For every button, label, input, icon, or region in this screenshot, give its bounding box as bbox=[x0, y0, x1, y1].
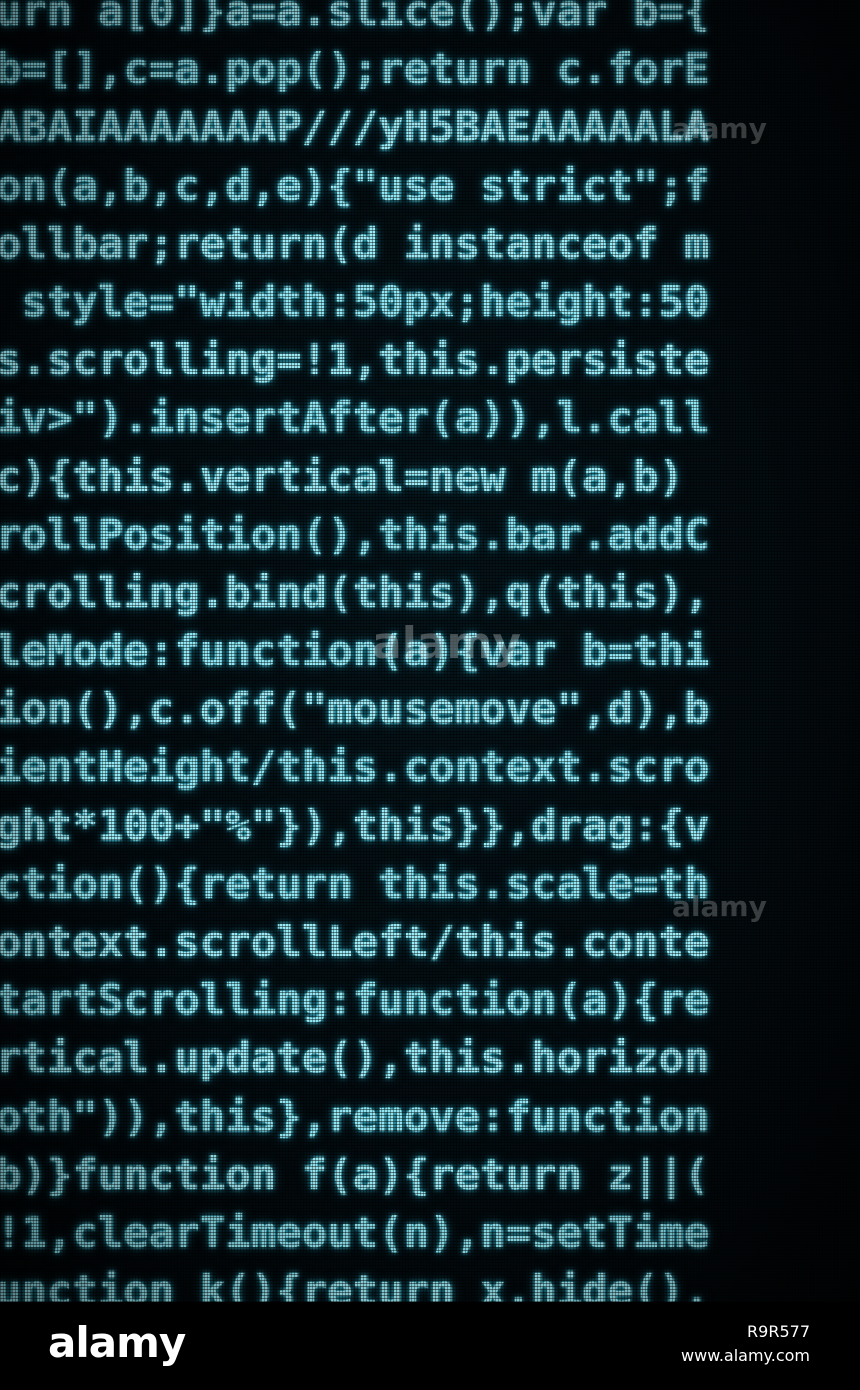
code-line: leMode:function(a){var b=thi bbox=[0, 626, 710, 676]
code-line: ction(){return this.scale=th bbox=[0, 858, 710, 908]
code-line: rollPosition(),this.bar.addC bbox=[0, 509, 710, 559]
code-line: ientHeight/this.context.scro bbox=[0, 742, 710, 792]
code-screen-photo: urn a[0]}a=a.slice();var b={ b=[],c=a.pop… bbox=[0, 0, 860, 1302]
code-line: crolling.bind(this),q(this), bbox=[0, 567, 710, 617]
code-line: rtical.update(),this.horizon bbox=[0, 1033, 710, 1083]
code-line: style="width:50px;height:50 bbox=[0, 276, 710, 326]
code-line: iv>").insertAfter(a)),l.call bbox=[0, 393, 710, 443]
code-line: unction k(){return x.hide(), bbox=[0, 1266, 710, 1302]
code-line: tartScrolling:function(a){re bbox=[0, 975, 710, 1025]
code-line: c){this.vertical=new m(a,b) bbox=[0, 451, 685, 501]
code-line: ght*100+"%"}),this}},drag:{v bbox=[0, 800, 710, 850]
alamy-logo: alamy bbox=[48, 1318, 186, 1367]
code-line: on(a,b,c,d,e){"use strict";f bbox=[0, 160, 710, 210]
code-line: !1,clearTimeout(n),n=setTime bbox=[0, 1207, 710, 1257]
code-line: ion(),c.off("mousemove",d),b bbox=[0, 684, 710, 734]
code-line: oth")),this},remove:function bbox=[0, 1091, 710, 1141]
code-lines: urn a[0]}a=a.slice();var b={ b=[],c=a.pop… bbox=[0, 0, 860, 1302]
code-line: b=[],c=a.pop();return c.forE bbox=[0, 44, 710, 94]
code-line: s.scrolling=!1,this.persiste bbox=[0, 335, 710, 385]
image-id-label: R9R577 bbox=[747, 1322, 810, 1341]
code-line: ABAIAAAAAAAP///yH5BAEAAAAALA bbox=[0, 102, 710, 152]
code-line: urn a[0]}a=a.slice();var b={ bbox=[0, 0, 710, 35]
code-line: b)}function f(a){return z||( bbox=[0, 1149, 710, 1199]
code-line: ontext.scrollLeft/this.conte bbox=[0, 917, 710, 966]
stock-footer-bar: alamy R9R577 www.alamy.com bbox=[0, 1302, 860, 1390]
code-line: ollbar;return(d instanceof m bbox=[0, 218, 710, 268]
site-url-label: www.alamy.com bbox=[681, 1346, 810, 1365]
